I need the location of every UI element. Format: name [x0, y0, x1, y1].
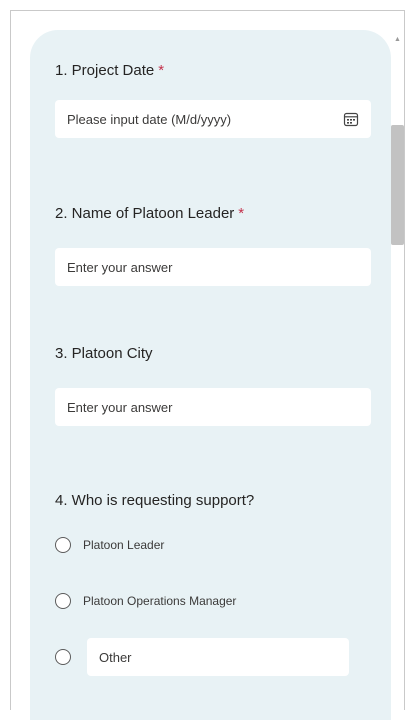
scroll-up-arrow-icon[interactable]: ▲ — [394, 36, 401, 43]
question-4-title: 4. Who is requesting support? — [55, 492, 254, 509]
calendar-icon[interactable] — [343, 111, 359, 127]
platoon-leader-name-input[interactable] — [55, 248, 371, 286]
radio-option-platoon-leader[interactable]: Platoon Leader — [55, 537, 164, 553]
radio-option-label: Platoon Leader — [83, 538, 165, 552]
question-1-title: 1. Project Date * — [55, 62, 164, 79]
scrollbar-thumb[interactable] — [391, 125, 404, 245]
question-3-label: 3. Platoon City — [55, 345, 153, 362]
radio-option-label: Platoon Operations Manager — [83, 594, 237, 608]
question-3-title: 3. Platoon City — [55, 345, 153, 362]
question-2-label: 2. Name of Platoon Leader — [55, 205, 235, 222]
project-date-input[interactable] — [55, 100, 371, 138]
required-star: * — [158, 62, 165, 79]
project-date-field — [55, 100, 371, 138]
question-2-title: 2. Name of Platoon Leader * — [55, 205, 244, 222]
question-4-label: 4. Who is requesting support? — [55, 492, 255, 509]
radio-button[interactable] — [55, 593, 71, 609]
radio-button[interactable] — [55, 537, 71, 553]
radio-option-operations-manager[interactable]: Platoon Operations Manager — [55, 593, 236, 609]
radio-button[interactable] — [55, 649, 71, 665]
required-star: * — [238, 205, 245, 222]
platoon-city-input[interactable] — [55, 388, 371, 426]
radio-option-other[interactable] — [55, 638, 349, 676]
other-answer-input[interactable] — [87, 638, 349, 676]
question-1-label: 1. Project Date — [55, 62, 155, 79]
